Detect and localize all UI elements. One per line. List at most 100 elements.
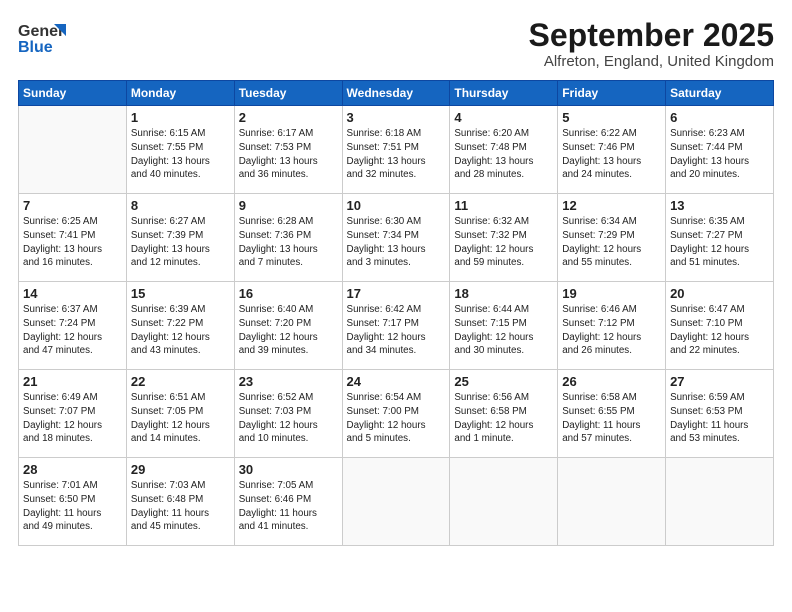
- day-info: Sunrise: 6:30 AM Sunset: 7:34 PM Dayligh…: [347, 215, 446, 270]
- svg-text:Blue: Blue: [18, 39, 53, 56]
- calendar-cell: 5 Sunrise: 6:22 AM Sunset: 7:46 PM Daylig…: [558, 106, 666, 194]
- calendar-week-4: 21 Sunrise: 6:49 AM Sunset: 7:07 PM Dayli…: [19, 370, 774, 458]
- calendar-cell: 10Sunrise: 6:30 AM Sunset: 7:34 PM Dayli…: [342, 194, 450, 282]
- day-info: Sunrise: 6:22 AM Sunset: 7:46 PM Dayligh…: [562, 127, 661, 182]
- calendar-cell: 30 Sunrise: 7:05 AM Sunset: 6:46 PM Dayli…: [234, 458, 342, 546]
- calendar-cell: 3 Sunrise: 6:18 AM Sunset: 7:51 PM Daylig…: [342, 106, 450, 194]
- calendar-week-1: 1 Sunrise: 6:15 AM Sunset: 7:55 PM Daylig…: [19, 106, 774, 194]
- day-info: Sunrise: 6:35 AM Sunset: 7:27 PM Dayligh…: [670, 215, 769, 270]
- calendar-cell: [558, 458, 666, 546]
- page: General Blue September 2025 Alfreton, En…: [0, 0, 792, 612]
- header: General Blue September 2025 Alfreton, En…: [18, 18, 774, 70]
- day-info: Sunrise: 6:25 AM Sunset: 7:41 PM Dayligh…: [23, 215, 122, 270]
- calendar-cell: 4Sunrise: 6:20 AM Sunset: 7:48 PM Daylig…: [450, 106, 558, 194]
- day-info: Sunrise: 6:42 AM Sunset: 7:17 PM Dayligh…: [347, 303, 446, 358]
- title-block: September 2025 Alfreton, England, United…: [529, 18, 774, 70]
- calendar-week-3: 14Sunrise: 6:37 AM Sunset: 7:24 PM Dayli…: [19, 282, 774, 370]
- day-info: Sunrise: 6:47 AM Sunset: 7:10 PM Dayligh…: [670, 303, 769, 358]
- calendar-cell: 14Sunrise: 6:37 AM Sunset: 7:24 PM Dayli…: [19, 282, 127, 370]
- header-friday: Friday: [558, 81, 666, 106]
- logo-icon: General Blue: [18, 18, 66, 60]
- day-info: Sunrise: 7:05 AM Sunset: 6:46 PM Dayligh…: [239, 479, 338, 534]
- day-number: 25: [454, 374, 553, 389]
- day-info: Sunrise: 6:46 AM Sunset: 7:12 PM Dayligh…: [562, 303, 661, 358]
- logo: General Blue: [18, 18, 66, 60]
- day-info: Sunrise: 6:23 AM Sunset: 7:44 PM Dayligh…: [670, 127, 769, 182]
- calendar-cell: 24 Sunrise: 6:54 AM Sunset: 7:00 PM Dayli…: [342, 370, 450, 458]
- calendar-cell: 11 Sunrise: 6:32 AM Sunset: 7:32 PM Dayli…: [450, 194, 558, 282]
- day-info: Sunrise: 6:58 AM Sunset: 6:55 PM Dayligh…: [562, 391, 661, 446]
- calendar-week-2: 7 Sunrise: 6:25 AM Sunset: 7:41 PM Daylig…: [19, 194, 774, 282]
- calendar-cell: 21 Sunrise: 6:49 AM Sunset: 7:07 PM Dayli…: [19, 370, 127, 458]
- day-number: 2: [239, 110, 338, 125]
- location: Alfreton, England, United Kingdom: [529, 53, 774, 70]
- calendar-cell: 9Sunrise: 6:28 AM Sunset: 7:36 PM Daylig…: [234, 194, 342, 282]
- day-number: 13: [670, 198, 769, 213]
- day-number: 5: [562, 110, 661, 125]
- day-number: 7: [23, 198, 122, 213]
- day-info: Sunrise: 6:17 AM Sunset: 7:53 PM Dayligh…: [239, 127, 338, 182]
- day-number: 18: [454, 286, 553, 301]
- day-number: 14: [23, 286, 122, 301]
- calendar-cell: 19 Sunrise: 6:46 AM Sunset: 7:12 PM Dayli…: [558, 282, 666, 370]
- calendar-cell: [19, 106, 127, 194]
- day-number: 3: [347, 110, 446, 125]
- day-info: Sunrise: 6:27 AM Sunset: 7:39 PM Dayligh…: [131, 215, 230, 270]
- day-number: 11: [454, 198, 553, 213]
- day-info: Sunrise: 6:54 AM Sunset: 7:00 PM Dayligh…: [347, 391, 446, 446]
- day-number: 22: [131, 374, 230, 389]
- day-info: Sunrise: 7:03 AM Sunset: 6:48 PM Dayligh…: [131, 479, 230, 534]
- calendar-cell: 1 Sunrise: 6:15 AM Sunset: 7:55 PM Daylig…: [126, 106, 234, 194]
- day-info: Sunrise: 6:44 AM Sunset: 7:15 PM Dayligh…: [454, 303, 553, 358]
- calendar-cell: 17 Sunrise: 6:42 AM Sunset: 7:17 PM Dayli…: [342, 282, 450, 370]
- day-info: Sunrise: 6:40 AM Sunset: 7:20 PM Dayligh…: [239, 303, 338, 358]
- calendar-cell: [342, 458, 450, 546]
- calendar-cell: 20 Sunrise: 6:47 AM Sunset: 7:10 PM Dayli…: [666, 282, 774, 370]
- calendar-cell: 2 Sunrise: 6:17 AM Sunset: 7:53 PM Daylig…: [234, 106, 342, 194]
- day-info: Sunrise: 6:52 AM Sunset: 7:03 PM Dayligh…: [239, 391, 338, 446]
- day-number: 28: [23, 462, 122, 477]
- day-info: Sunrise: 6:20 AM Sunset: 7:48 PM Dayligh…: [454, 127, 553, 182]
- calendar-cell: 23 Sunrise: 6:52 AM Sunset: 7:03 PM Dayli…: [234, 370, 342, 458]
- calendar-week-5: 28 Sunrise: 7:01 AM Sunset: 6:50 PM Dayli…: [19, 458, 774, 546]
- calendar-cell: 28 Sunrise: 7:01 AM Sunset: 6:50 PM Dayli…: [19, 458, 127, 546]
- day-number: 24: [347, 374, 446, 389]
- calendar-cell: 16Sunrise: 6:40 AM Sunset: 7:20 PM Dayli…: [234, 282, 342, 370]
- day-number: 30: [239, 462, 338, 477]
- day-info: Sunrise: 6:34 AM Sunset: 7:29 PM Dayligh…: [562, 215, 661, 270]
- day-number: 1: [131, 110, 230, 125]
- header-saturday: Saturday: [666, 81, 774, 106]
- day-info: Sunrise: 6:39 AM Sunset: 7:22 PM Dayligh…: [131, 303, 230, 358]
- day-info: Sunrise: 7:01 AM Sunset: 6:50 PM Dayligh…: [23, 479, 122, 534]
- day-number: 26: [562, 374, 661, 389]
- day-info: Sunrise: 6:15 AM Sunset: 7:55 PM Dayligh…: [131, 127, 230, 182]
- day-info: Sunrise: 6:51 AM Sunset: 7:05 PM Dayligh…: [131, 391, 230, 446]
- calendar-cell: 27 Sunrise: 6:59 AM Sunset: 6:53 PM Dayli…: [666, 370, 774, 458]
- calendar-cell: 13 Sunrise: 6:35 AM Sunset: 7:27 PM Dayli…: [666, 194, 774, 282]
- calendar-cell: 15 Sunrise: 6:39 AM Sunset: 7:22 PM Dayli…: [126, 282, 234, 370]
- calendar-cell: 18 Sunrise: 6:44 AM Sunset: 7:15 PM Dayli…: [450, 282, 558, 370]
- day-info: Sunrise: 6:18 AM Sunset: 7:51 PM Dayligh…: [347, 127, 446, 182]
- calendar-cell: 7 Sunrise: 6:25 AM Sunset: 7:41 PM Daylig…: [19, 194, 127, 282]
- calendar-cell: 12Sunrise: 6:34 AM Sunset: 7:29 PM Dayli…: [558, 194, 666, 282]
- header-wednesday: Wednesday: [342, 81, 450, 106]
- day-info: Sunrise: 6:49 AM Sunset: 7:07 PM Dayligh…: [23, 391, 122, 446]
- day-number: 20: [670, 286, 769, 301]
- header-sunday: Sunday: [19, 81, 127, 106]
- day-number: 17: [347, 286, 446, 301]
- calendar-body: 1 Sunrise: 6:15 AM Sunset: 7:55 PM Daylig…: [19, 106, 774, 546]
- day-number: 6: [670, 110, 769, 125]
- day-info: Sunrise: 6:32 AM Sunset: 7:32 PM Dayligh…: [454, 215, 553, 270]
- weekday-header-row: Sunday Monday Tuesday Wednesday Thursday…: [19, 81, 774, 106]
- day-number: 27: [670, 374, 769, 389]
- day-info: Sunrise: 6:59 AM Sunset: 6:53 PM Dayligh…: [670, 391, 769, 446]
- day-number: 15: [131, 286, 230, 301]
- day-number: 9: [239, 198, 338, 213]
- calendar-cell: 6 Sunrise: 6:23 AM Sunset: 7:44 PM Daylig…: [666, 106, 774, 194]
- day-number: 23: [239, 374, 338, 389]
- month-title: September 2025: [529, 18, 774, 53]
- calendar-cell: 29Sunrise: 7:03 AM Sunset: 6:48 PM Dayli…: [126, 458, 234, 546]
- day-number: 21: [23, 374, 122, 389]
- day-number: 19: [562, 286, 661, 301]
- header-thursday: Thursday: [450, 81, 558, 106]
